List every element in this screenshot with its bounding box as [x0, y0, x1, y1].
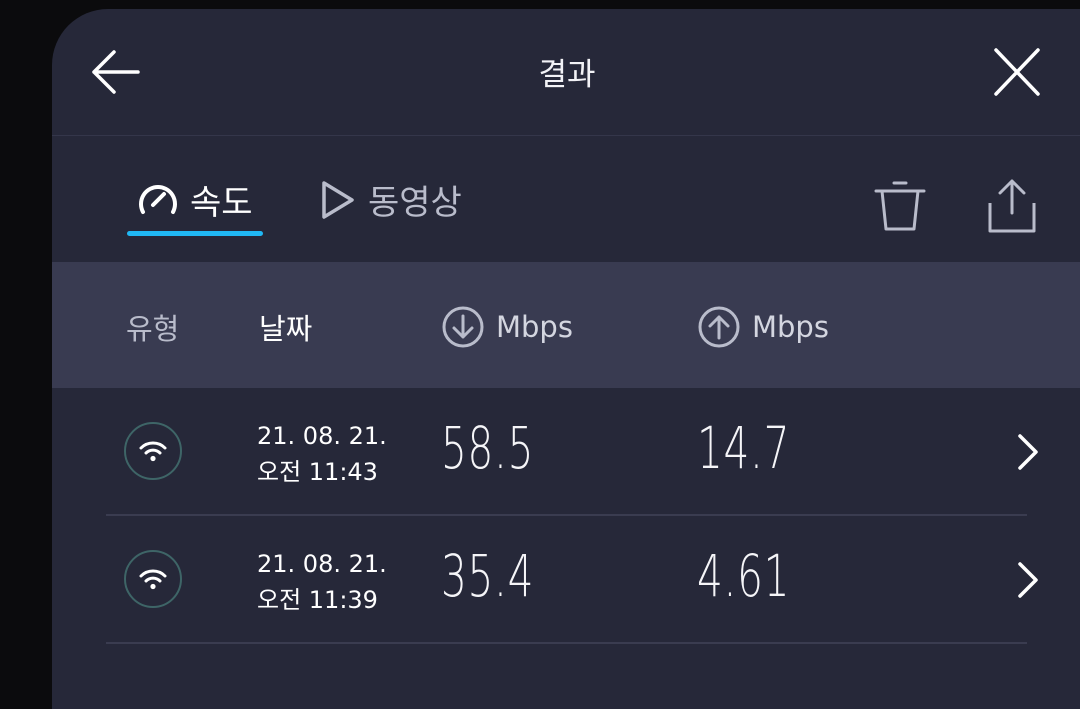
active-tab-indicator: [127, 231, 263, 236]
results-panel: 결과 속도 동영상 유형 날짜 Mbps Mbps 21. 08. 21. 오전…: [52, 9, 1080, 709]
page-title: 결과: [538, 57, 596, 93]
tab-video[interactable]: 동영상: [318, 175, 462, 224]
result-tabs: 속도 동영상: [52, 135, 1080, 262]
upload-arrow-icon: [698, 306, 740, 348]
chevron-right-icon: [1018, 562, 1038, 598]
table-row[interactable]: 21. 08. 21. 오전 11:39 35.4 4.61: [52, 516, 1080, 644]
column-header-date[interactable]: 날짜: [259, 306, 312, 348]
row-divider: [106, 642, 1027, 644]
trash-icon: [874, 181, 926, 231]
wifi-icon: [139, 441, 167, 462]
tab-speed[interactable]: 속도: [136, 175, 253, 224]
column-header-upload[interactable]: Mbps: [698, 306, 829, 348]
row-date: 21. 08. 21.: [257, 422, 387, 450]
connection-type-badge: [124, 550, 182, 608]
upload-speed: 14.7: [697, 414, 791, 482]
wifi-icon: [139, 569, 167, 590]
column-header-type[interactable]: 유형: [126, 306, 179, 348]
share-button[interactable]: [982, 171, 1042, 233]
share-icon: [988, 179, 1036, 233]
row-time: 오전 11:43: [257, 458, 378, 486]
row-date: 21. 08. 21.: [257, 550, 387, 578]
delete-button[interactable]: [870, 171, 930, 233]
chevron-right-icon: [1018, 434, 1038, 470]
download-speed: 35.4: [441, 542, 535, 610]
download-speed: 58.5: [441, 414, 535, 482]
top-bar: 결과: [52, 9, 1080, 136]
upload-speed: 4.61: [697, 542, 791, 610]
column-header-download[interactable]: Mbps: [442, 306, 573, 348]
download-arrow-icon: [442, 306, 484, 348]
table-header: 유형 날짜 Mbps Mbps: [52, 262, 1080, 388]
close-icon: [994, 48, 1040, 96]
speedometer-icon: [139, 184, 177, 214]
connection-type-badge: [124, 422, 182, 480]
tab-speed-label: 속도: [190, 183, 253, 223]
play-icon: [322, 180, 354, 219]
row-time: 오전 11:39: [257, 586, 378, 614]
tab-video-label: 동영상: [368, 183, 462, 223]
close-button[interactable]: [990, 47, 1044, 97]
table-row[interactable]: 21. 08. 21. 오전 11:43 58.5 14.7: [52, 388, 1080, 516]
